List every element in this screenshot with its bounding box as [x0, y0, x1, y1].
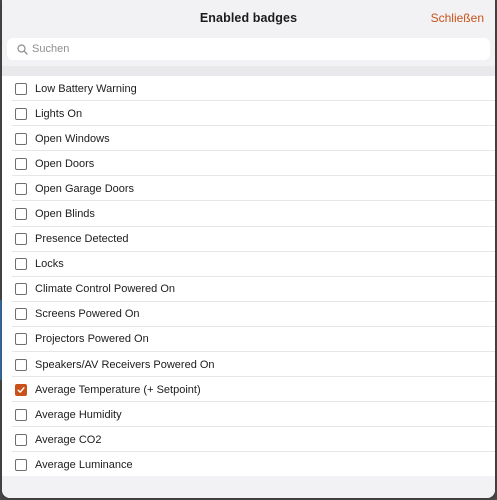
checkmark-icon [17, 386, 25, 393]
checkbox[interactable] [15, 157, 27, 170]
list-item-label: Average Humidity [35, 408, 122, 421]
list-item[interactable]: Low Battery Warning [2, 76, 495, 102]
checkbox[interactable] [15, 233, 27, 246]
checkbox[interactable] [15, 208, 27, 221]
checkbox-checked[interactable] [15, 383, 27, 396]
list-item[interactable]: Climate Control Powered On [2, 277, 495, 302]
checkbox[interactable] [15, 433, 27, 446]
checkbox[interactable] [15, 358, 27, 371]
list-item[interactable]: Open Garage Doors [2, 176, 495, 202]
list-item-label: Locks [35, 258, 64, 271]
list-item-label: Presence Detected [35, 233, 129, 246]
list-item-label: Screens Powered On [35, 308, 140, 321]
list-item[interactable]: Locks [2, 252, 495, 277]
checkbox[interactable] [15, 408, 27, 421]
checkbox[interactable] [15, 182, 27, 195]
list-item-label: Lights On [35, 107, 83, 120]
checkbox[interactable] [15, 258, 27, 271]
list-item[interactable]: Lights On [2, 101, 495, 127]
list-item-label: Open Blinds [35, 208, 95, 221]
list-item-label: Open Garage Doors [35, 182, 135, 195]
checkbox[interactable] [15, 107, 27, 120]
list-item[interactable]: Average Temperature (+ Setpoint) [2, 377, 495, 403]
list-item-label: Open Windows [35, 132, 110, 145]
list-item[interactable]: Average Humidity [2, 402, 495, 428]
list-item[interactable]: Screens Powered On [2, 302, 495, 328]
enabled-badges-dialog: Enabled badges Schließen Low Battery War… [2, 0, 495, 498]
dialog-footer [2, 476, 495, 498]
search-icon [15, 42, 29, 56]
close-button[interactable]: Schließen [431, 11, 484, 25]
list-item[interactable]: Open Doors [2, 151, 495, 177]
list-item[interactable]: Speakers/AV Receivers Powered On [2, 352, 495, 378]
list-item[interactable]: Average Luminance [2, 452, 495, 478]
list-item-label: Low Battery Warning [35, 82, 137, 95]
list-item-label: Average Luminance [35, 458, 133, 471]
list-item-label: Open Doors [35, 157, 95, 170]
dialog-header: Enabled badges Schließen [2, 0, 495, 36]
list-item-label: Average CO2 [35, 433, 102, 446]
dialog-title: Enabled badges [199, 11, 298, 25]
checkbox[interactable] [15, 458, 27, 471]
checkbox[interactable] [15, 82, 27, 95]
list-item[interactable]: Open Windows [2, 126, 495, 152]
badge-list: Low Battery Warning Lights On Open Windows… [2, 76, 495, 478]
list-item[interactable]: Projectors Powered On [2, 327, 495, 353]
checkbox[interactable] [15, 132, 27, 145]
list-item[interactable]: Average CO2 [2, 427, 495, 453]
list-item[interactable]: Open Blinds [2, 201, 495, 227]
list-item[interactable]: Presence Detected [2, 227, 495, 252]
list-item-label: Projectors Powered On [35, 333, 149, 346]
checkbox[interactable] [15, 308, 27, 321]
search-input[interactable] [29, 40, 490, 58]
list-section-header [2, 66, 495, 76]
list-item-label: Speakers/AV Receivers Powered On [35, 358, 215, 371]
list-item-label: Climate Control Powered On [35, 283, 176, 296]
search-bar[interactable] [7, 38, 490, 60]
checkbox[interactable] [15, 283, 27, 296]
checkbox[interactable] [15, 333, 27, 346]
list-item-label: Average Temperature (+ Setpoint) [35, 383, 201, 396]
